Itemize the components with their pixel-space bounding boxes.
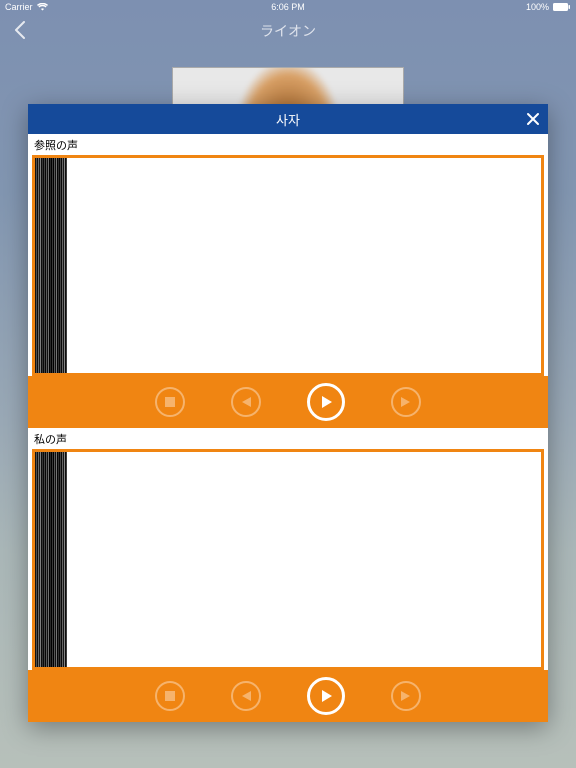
reference-spectrogram (35, 158, 67, 373)
status-bar: Carrier 6:06 PM 100% (0, 0, 576, 14)
mine-stop-button[interactable] (155, 681, 185, 711)
carrier-label: Carrier (5, 2, 33, 12)
section-mine: 私の声 (28, 428, 548, 722)
reference-stop-button[interactable] (155, 387, 185, 417)
mine-next-button[interactable] (391, 681, 421, 711)
battery-label: 100% (526, 2, 549, 12)
nav-bar: ライオン (0, 16, 576, 46)
dialog-header: 사자 (28, 104, 548, 134)
status-left: Carrier (5, 2, 48, 12)
reference-play-button[interactable] (307, 383, 345, 421)
reference-label: 参照の声 (28, 134, 548, 155)
reference-controls (28, 376, 548, 428)
status-time: 6:06 PM (271, 2, 305, 12)
reference-viewer[interactable] (32, 155, 544, 376)
mine-play-button[interactable] (307, 677, 345, 715)
reference-next-button[interactable] (391, 387, 421, 417)
mine-viewer[interactable] (32, 449, 544, 670)
reference-prev-button[interactable] (231, 387, 261, 417)
page-title: ライオン (260, 21, 316, 41)
wifi-icon (37, 3, 48, 11)
back-button[interactable] (10, 20, 30, 40)
mine-controls (28, 670, 548, 722)
section-reference: 参照の声 (28, 134, 548, 428)
dialog-title: 사자 (276, 110, 300, 129)
mine-viewer-wrap (28, 449, 548, 670)
mine-spectrogram (35, 452, 67, 667)
mine-prev-button[interactable] (231, 681, 261, 711)
status-right: 100% (526, 2, 571, 12)
compare-dialog: 사자 参照の声 (28, 104, 548, 722)
reference-viewer-wrap (28, 155, 548, 376)
mine-label: 私の声 (28, 428, 548, 449)
dialog-body: 参照の声 (28, 134, 548, 722)
close-button[interactable] (518, 104, 548, 134)
battery-icon (553, 3, 571, 11)
